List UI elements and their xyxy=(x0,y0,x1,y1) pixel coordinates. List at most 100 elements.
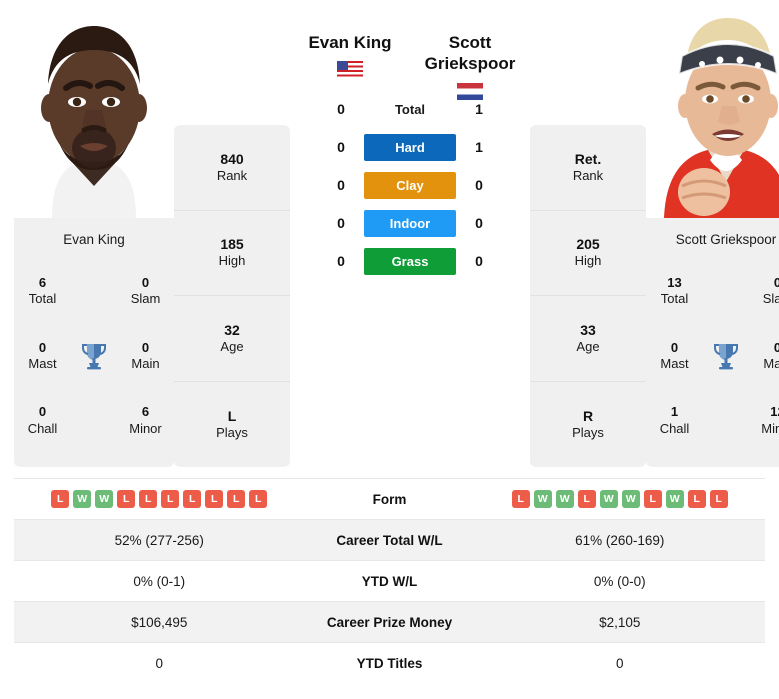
h2h-right-score-hard: 1 xyxy=(475,139,483,155)
form-badge[interactable]: L xyxy=(117,490,136,508)
form-badge[interactable]: L xyxy=(51,490,70,508)
h2h-right-score-indoor: 0 xyxy=(475,215,483,231)
left-age-box: 32 Age xyxy=(174,296,290,382)
left-player-heading: Evan King xyxy=(290,32,410,79)
right-minor-value: 12 xyxy=(770,404,779,420)
right-age-label: Age xyxy=(576,338,600,354)
right-ytd-titles-value: 0 xyxy=(615,655,624,671)
right-player-photo xyxy=(646,10,779,218)
right-slam-titles: 0 Slam xyxy=(749,259,779,324)
form-badge[interactable]: L xyxy=(139,490,158,508)
row-label-ytd-w-l: YTD W/L xyxy=(361,573,418,589)
form-badge[interactable]: L xyxy=(577,490,596,508)
left-age-label: Age xyxy=(220,338,244,354)
form-badge[interactable]: W xyxy=(599,490,618,508)
form-badge[interactable]: L xyxy=(709,490,728,508)
surface-badge-grass[interactable]: Grass xyxy=(364,247,456,275)
right-mast-value: 0 xyxy=(670,339,679,355)
right-slam-value: 0 xyxy=(773,275,779,291)
h2h-row-grass: 0 Grass 0 xyxy=(290,247,530,275)
form-badge[interactable]: W xyxy=(73,490,92,508)
left-high-label: High xyxy=(218,253,246,269)
right-chall-value: 1 xyxy=(670,404,679,420)
right-chall-label: Chall xyxy=(659,420,690,436)
h2h-row-clay: 0 Clay 0 xyxy=(290,171,530,199)
form-badge[interactable]: L xyxy=(227,490,246,508)
left-mast-label: Mast xyxy=(28,355,57,371)
left-rank-label: Rank xyxy=(216,167,248,183)
right-stat-column: Ret. Rank 205 High 33 Age R Plays xyxy=(530,125,646,467)
left-titles-grid: 6 Total 0 Slam 0 Mast 0 Main 0 Chall 6 M… xyxy=(14,259,174,467)
spacer-bottom-right xyxy=(703,388,749,453)
left-age-value: 32 xyxy=(224,321,240,338)
left-player-card[interactable]: Evan King 6 Total 0 Slam 0 Mast 0 Main 0… xyxy=(14,10,174,467)
form-badge[interactable]: L xyxy=(249,490,268,508)
left-rank-value: 840 xyxy=(220,150,244,167)
right-form-value: LWWLWWLWLL xyxy=(475,490,766,508)
head-to-head-panel: Evan King Scott Griekspoor 0 Total 1 0 Hard 1… xyxy=(290,10,530,286)
h2h-right-score-clay: 0 xyxy=(475,177,483,193)
left-form-strip: LWWLLLLLLL xyxy=(51,490,268,508)
right-rank-label: Rank xyxy=(572,167,604,183)
h2h-row-total: 0 Total 1 xyxy=(290,96,530,123)
left-player-name: Evan King xyxy=(308,33,392,52)
row-label-form: Form xyxy=(372,491,407,507)
right-mast-titles: 0 Mast xyxy=(646,324,703,389)
form-badge[interactable]: L xyxy=(161,490,180,508)
player-comparison-page: Evan King 6 Total 0 Slam 0 Mast 0 Main 0… xyxy=(0,0,779,699)
right-form-strip: LWWLWWLWLL xyxy=(511,490,728,508)
surface-badge-indoor[interactable]: Indoor xyxy=(364,209,456,237)
trophy-icon xyxy=(71,324,117,389)
left-chall-titles: 0 Chall xyxy=(14,388,71,453)
left-chall-value: 0 xyxy=(38,404,47,420)
right-player-name: Scott Griekspoor xyxy=(424,33,516,74)
h2h-left-score-hard: 0 xyxy=(337,139,345,155)
right-age-value: 33 xyxy=(580,321,596,338)
right-high-value: 205 xyxy=(576,236,600,253)
left-stat-column: 840 Rank 185 High 32 Age L Plays xyxy=(174,125,290,467)
surface-badge-total[interactable]: Total xyxy=(364,96,456,123)
form-badge[interactable]: L xyxy=(205,490,224,508)
h2h-right-score-total: 1 xyxy=(475,101,483,117)
form-badge[interactable]: W xyxy=(621,490,640,508)
spacer-bottom xyxy=(71,388,117,453)
right-total-label: Total xyxy=(660,291,689,307)
row-label-career-prize-money: Career Prize Money xyxy=(326,614,453,630)
right-high-label: High xyxy=(574,253,602,269)
left-minor-titles: 6 Minor xyxy=(117,388,174,453)
row-label-ytd-titles: YTD Titles xyxy=(356,655,423,671)
left-plays-label: Plays xyxy=(216,424,248,440)
form-badge[interactable]: W xyxy=(95,490,114,508)
table-row-career-total-w-l: 52% (277-256) Career Total W/L 61% (260-16… xyxy=(14,519,765,560)
form-badge[interactable]: L xyxy=(183,490,202,508)
left-slam-titles: 0 Slam xyxy=(117,259,174,324)
left-high-value: 185 xyxy=(220,236,244,253)
surface-badge-hard[interactable]: Hard xyxy=(364,133,456,161)
left-slam-value: 0 xyxy=(141,275,150,291)
comparison-header: Evan King 6 Total 0 Slam 0 Mast 0 Main 0… xyxy=(0,0,779,470)
right-player-card[interactable]: Scott Griekspoor 13 Total 0 Slam 0 Mast xyxy=(646,10,779,467)
spacer-top xyxy=(71,259,117,324)
right-titles-grid: 13 Total 0 Slam 0 Mast xyxy=(646,259,779,467)
row-label-career-total-w-l: Career Total W/L xyxy=(336,532,443,548)
right-chall-titles: 1 Chall xyxy=(646,388,703,453)
surface-badge-clay[interactable]: Clay xyxy=(364,171,456,199)
right-main-value: 0 xyxy=(773,339,779,355)
left-ytd-titles-value: 0 xyxy=(155,655,163,671)
left-chall-label: Chall xyxy=(27,420,58,436)
h2h-left-score-clay: 0 xyxy=(337,177,345,193)
form-badge[interactable]: L xyxy=(643,490,662,508)
left-rank-box: 840 Rank xyxy=(174,125,290,211)
form-badge[interactable]: L xyxy=(511,490,530,508)
right-main-label: Main xyxy=(763,355,779,371)
form-badge[interactable]: L xyxy=(687,490,706,508)
right-slam-label: Slam xyxy=(762,291,779,307)
left-total-titles: 6 Total xyxy=(14,259,71,324)
right-career-prize-money-value: $2,105 xyxy=(599,614,641,630)
left-minor-value: 6 xyxy=(141,404,150,420)
right-mast-label: Mast xyxy=(660,355,689,371)
form-badge[interactable]: W xyxy=(555,490,574,508)
right-plays-value: R xyxy=(582,407,594,424)
form-badge[interactable]: W xyxy=(533,490,552,508)
form-badge[interactable]: W xyxy=(665,490,684,508)
